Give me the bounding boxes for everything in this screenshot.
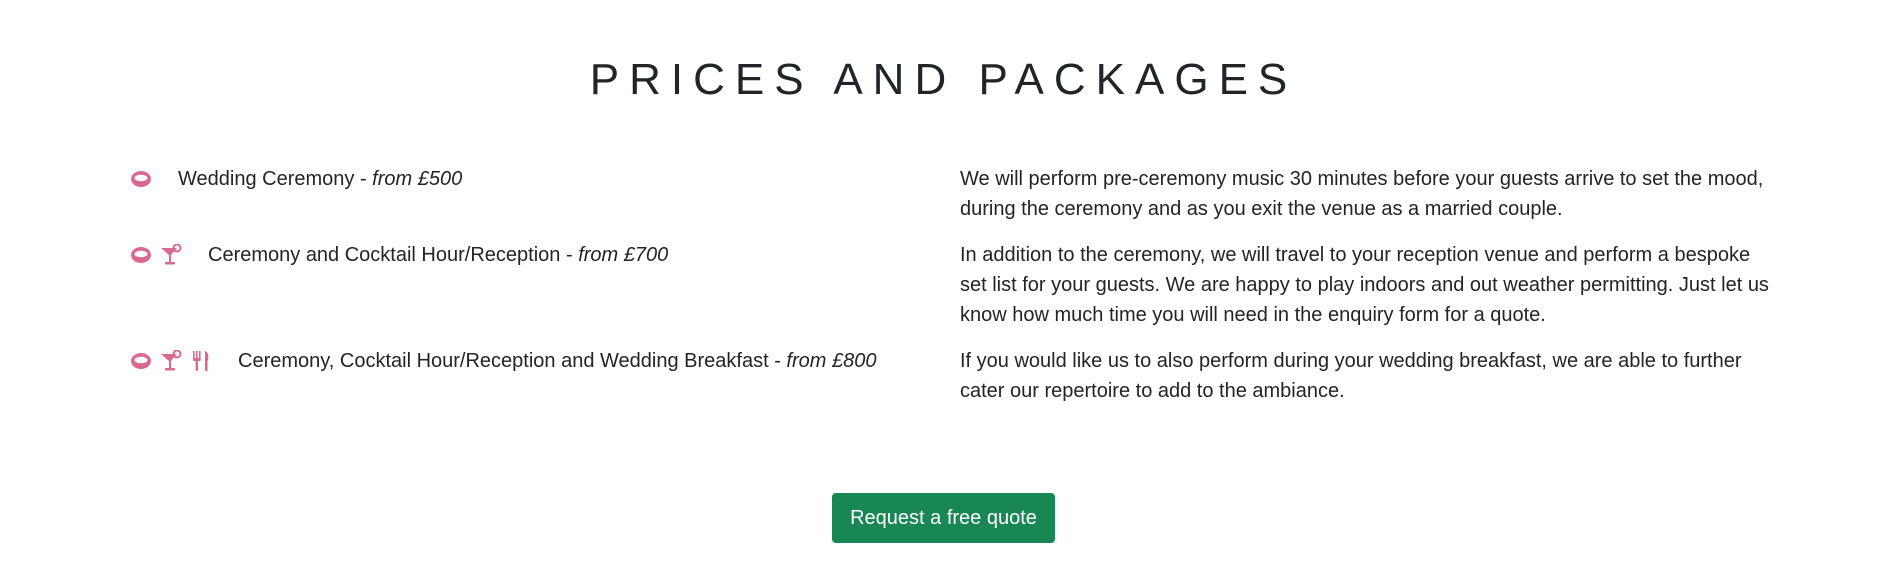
package-title: Ceremony and Cocktail Hour/Reception - f… [208,240,668,270]
package-title: Ceremony, Cocktail Hour/Reception and We… [238,346,876,376]
package-price: from £500 [372,168,463,190]
package-row: Ceremony and Cocktail Hour/Reception - f… [130,240,1770,330]
package-price: from £800 [786,350,877,372]
ring-icon [130,244,152,266]
package-description: If you would like us to also perform dur… [960,350,1742,402]
package-title: Wedding Ceremony - from £500 [178,164,462,194]
package-separator: - [768,350,787,372]
package-icons [130,240,190,270]
package-description: We will perform pre-ceremony music 30 mi… [960,168,1764,220]
package-name: Ceremony, Cocktail Hour/Reception and We… [238,350,769,372]
ring-icon [130,350,152,372]
ring-icon [130,168,152,190]
package-price: from £700 [578,244,669,266]
request-quote-button[interactable]: Request a free quote [832,493,1055,543]
package-heading: Wedding Ceremony - from £500 [130,164,960,224]
package-icons [130,164,160,194]
page-title: PRICES AND PACKAGES [589,55,1298,104]
cocktail-icon [160,244,182,266]
package-icons [130,346,220,376]
cta-container: Request a free quote [0,493,1887,543]
utensils-icon [190,350,212,372]
packages-list: Wedding Ceremony - from £500 We will per… [130,164,1770,422]
cocktail-icon [160,350,182,372]
package-separator: - [560,244,579,266]
package-heading: Ceremony and Cocktail Hour/Reception - f… [130,240,960,330]
package-heading: Ceremony, Cocktail Hour/Reception and We… [130,346,960,406]
package-description: In addition to the ceremony, we will tra… [960,244,1769,326]
package-separator: - [354,168,373,190]
package-row: Ceremony, Cocktail Hour/Reception and We… [130,346,1770,406]
package-name: Wedding Ceremony [178,168,355,190]
package-row: Wedding Ceremony - from £500 We will per… [130,164,1770,224]
package-name: Ceremony and Cocktail Hour/Reception [208,244,561,266]
